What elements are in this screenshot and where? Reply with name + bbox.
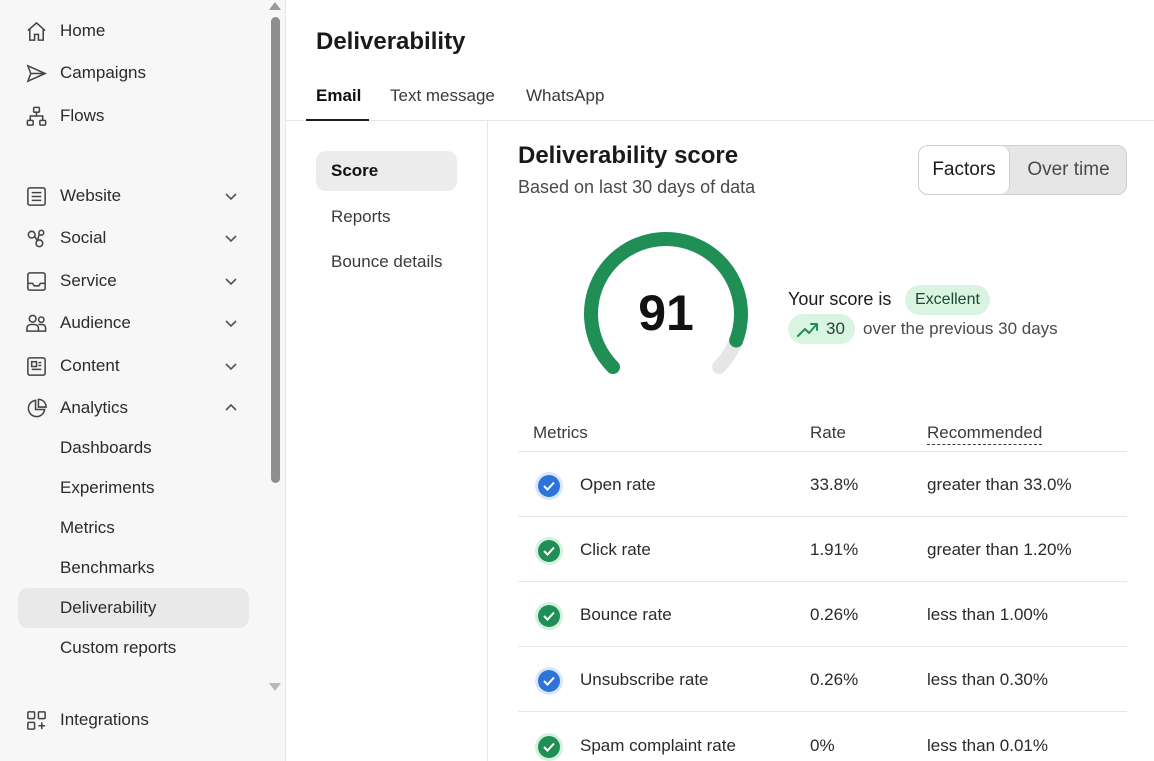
table-row: Unsubscribe rate 0.26% less than 0.30% [518,647,1127,712]
chevron-down-icon [225,320,237,328]
status-check-icon [535,602,563,630]
table-row: Click rate 1.91% greater than 1.20% [518,517,1127,582]
sidebar-item-label: Service [60,271,117,290]
sidebar-subitem-metrics[interactable]: Metrics [18,508,249,548]
content-icon [24,354,48,378]
scroll-up-arrow-icon[interactable] [269,2,281,10]
sidebar-item-label: Website [60,186,122,205]
trend-text: over the previous 30 days [863,319,1058,338]
status-check-icon [535,667,563,695]
website-icon [24,184,48,208]
sidebar-item-flows[interactable]: Flows [18,96,249,136]
toggle-over-time[interactable]: Over time [1010,146,1126,194]
sidebar-item-audience[interactable]: Audience [18,303,249,343]
score-value: 91 [638,285,694,341]
sidebar-item-label: Social [60,228,107,247]
metric-rate: 33.8% [810,475,859,494]
sidebar-item-home[interactable]: Home [18,11,249,51]
subnav-score[interactable]: Score [316,151,457,191]
page-title: Deliverability [316,28,466,55]
metric-recommended: greater than 1.20% [927,540,1072,559]
channel-tabs: Email Text message WhatsApp [286,78,1154,121]
sidebar-subitem-dashboards[interactable]: Dashboards [18,428,249,468]
toggle-factors[interactable]: Factors [919,146,1010,194]
social-icon [24,226,48,250]
trend-badge: 30 [788,314,855,344]
sidebar-item-label: Audience [60,313,131,332]
sidebar-item-social[interactable]: Social [18,218,249,258]
scroll-down-arrow-icon[interactable] [269,683,281,691]
metric-recommended: greater than 33.0% [927,475,1072,494]
score-subtitle: Based on last 30 days of data [518,177,756,197]
table-row: Open rate 33.8% greater than 33.0% [518,452,1127,517]
sidebar-item-label: Campaigns [60,63,146,82]
home-icon [24,19,48,43]
column-header-recommended[interactable]: Recommended [927,423,1043,445]
metric-rate: 0.26% [810,605,859,624]
chevron-down-icon [225,193,237,201]
table-row: Bounce rate 0.26% less than 1.00% [518,582,1127,647]
metric-rate: 0% [810,736,835,755]
sidebar-item-label: Analytics [60,398,129,417]
row-divider [518,711,1127,712]
sidebar-subitem-custom-reports[interactable]: Custom reports [18,628,249,668]
send-icon [24,61,48,85]
service-icon [24,269,48,293]
metric-name: Unsubscribe rate [580,670,709,689]
metric-recommended: less than 1.00% [927,605,1048,624]
deliverability-subnav: Score Reports Bounce details [286,121,488,761]
column-header-metrics: Metrics [533,423,588,442]
sidebar-item-label: Flows [60,106,105,125]
rating-badge: Excellent [905,285,990,315]
metric-name: Click rate [580,540,651,559]
metric-rate: 1.91% [810,540,859,559]
status-check-icon [535,472,563,500]
metric-recommended: less than 0.30% [927,670,1048,689]
status-check-icon [535,537,563,565]
metric-recommended: less than 0.01% [927,736,1048,755]
chevron-down-icon [225,278,237,286]
sidebar-item-campaigns[interactable]: Campaigns [18,53,249,93]
trending-up-icon [797,323,818,337]
sidebar-item-analytics[interactable]: Analytics [18,388,249,428]
chevron-down-icon [225,363,237,371]
sidebar-item-label: Content [60,356,120,375]
metric-rate: 0.26% [810,670,859,689]
sidebar-subitem-benchmarks[interactable]: Benchmarks [18,548,249,588]
sidebar-item-label: Integrations [60,710,149,729]
sidebar-item-label: Home [60,21,106,40]
subnav-bounce-details[interactable]: Bounce details [316,242,457,282]
integrations-icon [24,708,48,732]
chevron-up-icon [225,403,237,411]
metric-name: Spam complaint rate [580,736,736,755]
tab-email[interactable]: Email [306,86,369,121]
sidebar-item-integrations[interactable]: Integrations [18,700,249,740]
audience-icon [24,311,48,335]
scrollbar-thumb[interactable] [271,17,280,483]
sidebar-item-service[interactable]: Service [18,261,249,301]
column-header-rate: Rate [810,423,846,442]
metric-name: Open rate [580,475,656,494]
subnav-reports[interactable]: Reports [316,197,457,237]
sidebar: Home Campaigns Flows Website Social Serv… [0,0,286,761]
tab-text-message[interactable]: Text message [390,86,495,121]
chevron-down-icon [225,235,237,243]
metric-name: Bounce rate [580,605,672,624]
analytics-icon [24,396,48,420]
trend-value: 30 [826,319,845,338]
status-check-icon [535,733,563,761]
sidebar-item-website[interactable]: Website [18,176,249,216]
sidebar-subitem-experiments[interactable]: Experiments [18,468,249,508]
tab-whatsapp[interactable]: WhatsApp [526,86,604,121]
sidebar-item-content[interactable]: Content [18,346,249,386]
your-score-label: Your score is [788,289,892,309]
table-row: Spam complaint rate 0% less than 0.01% [518,713,1127,761]
score-title: Deliverability score [518,142,739,169]
sidebar-subitem-deliverability[interactable]: Deliverability [18,588,249,628]
flows-icon [24,104,48,128]
view-toggle: Factors Over time [918,145,1127,195]
